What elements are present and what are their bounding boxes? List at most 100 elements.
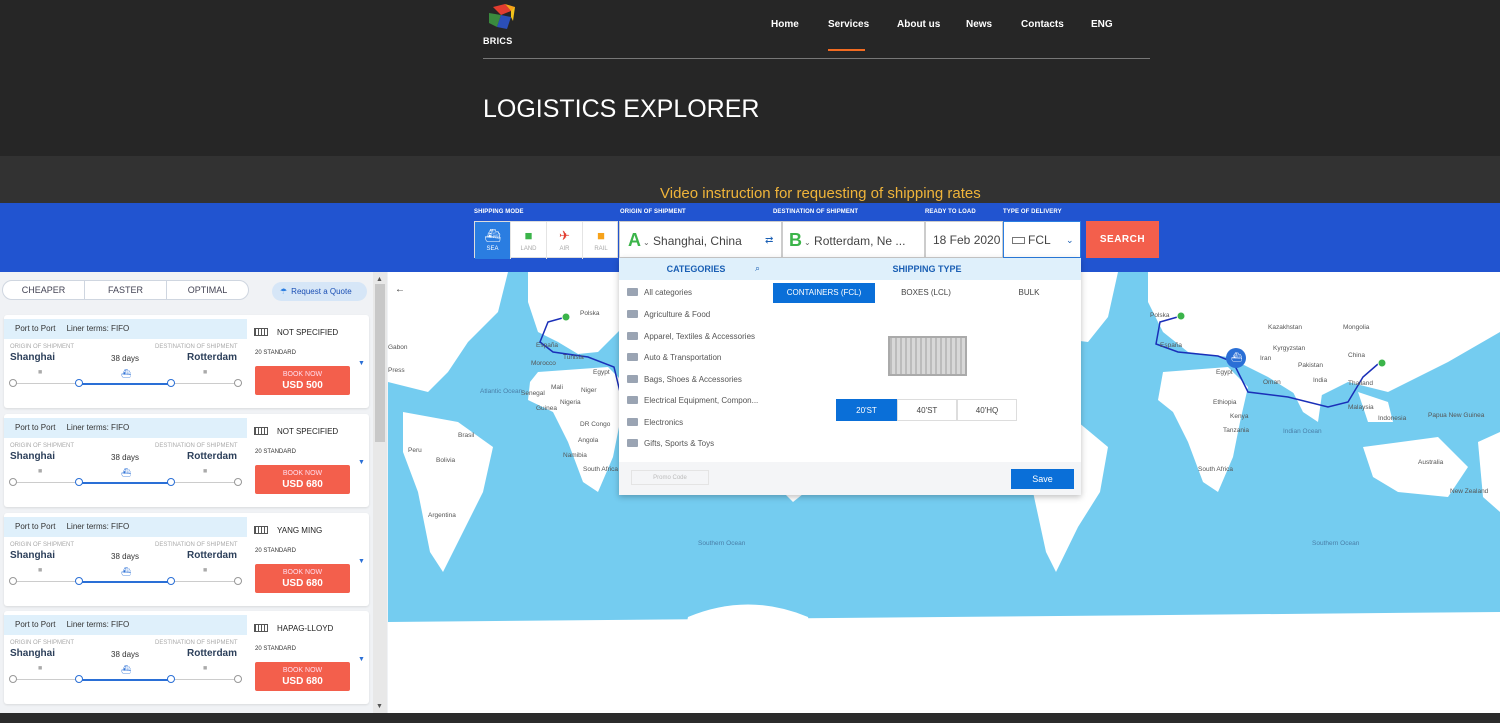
book-now-button[interactable]: BOOK NOW USD 680: [255, 465, 350, 494]
expand-icon[interactable]: ▼: [358, 459, 365, 466]
chevron-down-icon: ⌄: [1066, 235, 1074, 245]
book-now-button[interactable]: BOOK NOW USD 500: [255, 366, 350, 395]
scroll-down-icon[interactable]: ▼: [376, 703, 383, 710]
save-button[interactable]: Save: [1011, 469, 1074, 489]
category-icon: [627, 353, 638, 361]
result-card[interactable]: Port to Port Liner terms: FIFO ORIGIN OF…: [4, 513, 369, 606]
map-label: Ethiopia: [1213, 399, 1237, 406]
mode-rail[interactable]: ■ RAIL: [583, 222, 619, 259]
destination-letter: B: [789, 230, 802, 250]
ready-date-field[interactable]: 18 Feb 2020: [925, 221, 1003, 258]
result-card[interactable]: Port to Port Liner terms: FIFO ORIGIN OF…: [4, 315, 369, 408]
map-label: South Africa: [583, 466, 619, 473]
route-line-sea: [79, 482, 171, 484]
category-item[interactable]: Gifts, Sports & Toys: [627, 439, 714, 448]
category-item[interactable]: Apparel, Textiles & Accessories: [627, 332, 755, 341]
liner-terms: Liner terms: FIFO: [66, 620, 130, 629]
map-label: Niger: [581, 387, 597, 394]
truck-icon: ■: [524, 228, 533, 243]
expand-icon[interactable]: ▼: [358, 558, 365, 565]
mode-air[interactable]: ✈ AIR: [547, 222, 583, 259]
origin-field[interactable]: A ⌄ Shanghai, China ⇄: [619, 221, 782, 258]
nav-news[interactable]: News: [966, 19, 992, 30]
ready-date-value: 18 Feb 2020: [933, 233, 1001, 247]
map-label: Kyrgyzstan: [1273, 345, 1306, 352]
delivery-type-select[interactable]: FCL ⌄: [1003, 221, 1081, 258]
tab-cheaper[interactable]: CHEAPER: [3, 281, 85, 299]
category-item[interactable]: All categories: [627, 288, 692, 297]
nav-services[interactable]: Services: [828, 19, 869, 30]
destination-city: Rotterdam: [187, 550, 238, 561]
liner-terms: Liner terms: FIFO: [66, 423, 130, 432]
size-40st[interactable]: 40'ST: [897, 399, 957, 421]
transit-days: 38 days: [111, 552, 140, 561]
result-card[interactable]: Port to Port Liner terms: FIFO ORIGIN OF…: [4, 611, 369, 704]
category-item[interactable]: Bags, Shoes & Accessories: [627, 375, 742, 384]
swap-icon[interactable]: ⇄: [765, 222, 773, 259]
size-40hq[interactable]: 40'HQ: [957, 399, 1017, 421]
search-icon[interactable]: ⌕: [755, 263, 760, 274]
book-now-label: BOOK NOW: [282, 569, 323, 576]
container-type: 20 STANDARD: [255, 548, 296, 554]
route-dot: [167, 379, 175, 387]
search-button[interactable]: SEARCH: [1086, 221, 1159, 258]
mode-sea[interactable]: ⛴ SEA: [475, 222, 511, 259]
container-type: 20 STANDARD: [255, 646, 296, 652]
route-line-sea: [79, 581, 171, 583]
map-label: Egypt: [1216, 369, 1233, 376]
nav-language[interactable]: ENG: [1091, 19, 1113, 30]
route-dot: [75, 379, 83, 387]
route-type: Port to Port: [15, 423, 56, 432]
container-icon: [254, 328, 268, 336]
route-info: Port to Port Liner terms: FIFO: [4, 517, 247, 537]
route-dot: [9, 675, 17, 683]
tab-containers-fcl[interactable]: CONTAINERS (FCL): [773, 283, 875, 303]
size-20st[interactable]: 20'ST: [836, 399, 897, 421]
back-arrow-icon[interactable]: ←: [392, 282, 408, 298]
tab-bulk[interactable]: BULK: [977, 283, 1081, 303]
tab-optimal[interactable]: OPTIMAL: [167, 281, 248, 299]
site-header: [0, 0, 1500, 156]
nav-home[interactable]: Home: [771, 19, 799, 30]
mode-land[interactable]: ■ LAND: [511, 222, 547, 259]
route-dot: [9, 478, 17, 486]
scrollbar-thumb[interactable]: [375, 284, 385, 442]
origin-city: Shanghai: [10, 451, 56, 462]
category-icon: [627, 310, 638, 318]
destination-label: DESTINATION OF SHIPMENT: [155, 542, 238, 548]
route-type: Port to Port: [15, 620, 56, 629]
truck-icon: ■: [203, 468, 208, 475]
route-type: Port to Port: [15, 522, 56, 531]
liner-terms: Liner terms: FIFO: [66, 522, 130, 531]
expand-icon[interactable]: ▼: [358, 656, 365, 663]
tab-boxes-lcl[interactable]: BOXES (LCL): [875, 283, 977, 303]
expand-icon[interactable]: ▼: [358, 360, 365, 367]
nav-about-us[interactable]: About us: [897, 19, 940, 30]
category-item[interactable]: Agriculture & Food: [627, 310, 710, 319]
origin-value: Shanghai, China: [653, 234, 742, 248]
map-label: Pakistan: [1298, 362, 1323, 369]
route-dot: [75, 675, 83, 683]
promo-code-input[interactable]: Promo Code: [631, 470, 709, 485]
route-type: Port to Port: [15, 324, 56, 333]
origin-label: ORIGIN OF SHIPMENT: [620, 209, 686, 215]
book-now-button[interactable]: BOOK NOW USD 680: [255, 662, 350, 691]
destination-field[interactable]: B ⌄ Rotterdam, Ne ...: [782, 221, 925, 258]
origin-label: ORIGIN OF SHIPMENT: [10, 542, 75, 548]
map-label: South Africa: [1198, 466, 1234, 473]
nav-contacts[interactable]: Contacts: [1021, 19, 1064, 30]
route-dot: [167, 478, 175, 486]
category-item[interactable]: Auto & Transportation: [627, 353, 721, 362]
header-divider: [483, 58, 1150, 59]
destination-value: Rotterdam, Ne ...: [814, 234, 906, 248]
transit-days: 38 days: [111, 453, 140, 462]
scroll-up-icon[interactable]: ▲: [376, 276, 383, 283]
tab-faster[interactable]: FASTER: [85, 281, 167, 299]
video-instruction-link[interactable]: Video instruction for requesting of ship…: [660, 185, 981, 202]
category-item[interactable]: Electronics: [627, 418, 683, 427]
book-now-button[interactable]: BOOK NOW USD 680: [255, 564, 350, 593]
category-item[interactable]: Electrical Equipment, Compon...: [627, 396, 758, 405]
request-quote-button[interactable]: ☂ Request a Quote: [272, 282, 367, 301]
result-card[interactable]: Port to Port Liner terms: FIFO ORIGIN OF…: [4, 414, 369, 507]
truck-icon: ■: [38, 468, 43, 475]
